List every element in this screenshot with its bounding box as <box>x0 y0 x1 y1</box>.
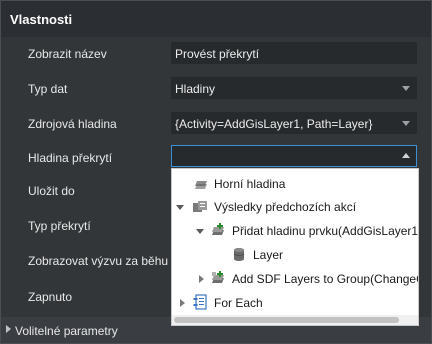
display-name-input[interactable]: Provést překrytí <box>171 42 417 64</box>
scrollbar-thumb[interactable] <box>174 317 399 323</box>
save-to-label: Uložit do <box>28 184 75 198</box>
panel-header: Vlastnosti <box>1 1 431 37</box>
expand-arrow-icon[interactable] <box>196 229 204 234</box>
display-name-value: Provést překrytí <box>175 47 260 61</box>
list-item-layer[interactable]: Layer <box>172 245 418 265</box>
data-type-label: Typ dat <box>28 82 68 96</box>
list-item-label: Add SDF Layers to Group(ChangeGroup1) <box>232 272 418 286</box>
panel-title: Vlastnosti <box>10 12 73 27</box>
list-item-label: For Each <box>214 296 263 310</box>
chevron-up-icon[interactable] <box>402 153 410 158</box>
display-name-label: Zobrazit název <box>28 47 107 61</box>
list-item-label: Layer <box>253 248 284 262</box>
enabled-label: Zapnuto <box>28 290 73 304</box>
data-type-value: Hladiny <box>175 82 216 96</box>
results-icon <box>193 201 207 212</box>
overlay-layer-label: Hladina překrytí <box>28 151 113 165</box>
chevron-down-icon[interactable] <box>402 86 410 91</box>
collapsed-arrow-icon[interactable] <box>180 299 185 307</box>
prompt-at-runtime-label: Zobrazovat výzvu za běhu <box>28 254 169 268</box>
list-item-for-each[interactable]: For Each <box>172 293 418 313</box>
optional-params-label: Volitelné parametry <box>15 324 118 338</box>
horizontal-scrollbar[interactable] <box>172 315 418 325</box>
add-sdf-icon <box>212 271 224 283</box>
list-item-label: Výsledky předchozích akcí <box>214 200 357 214</box>
list-item-add-sdf-layers[interactable]: Add SDF Layers to Group(ChangeGroup1) <box>172 269 418 289</box>
source-layer-label: Zdrojová hladina <box>28 117 117 131</box>
for-each-icon <box>193 294 207 310</box>
chevron-right-icon[interactable] <box>6 325 11 333</box>
overlay-layer-select[interactable] <box>171 145 417 167</box>
list-item-previous-results[interactable]: Výsledky předchozích akcí <box>172 197 418 217</box>
data-type-select[interactable]: Hladiny <box>171 77 417 99</box>
list-item-top-layer[interactable]: Horní hladina <box>172 174 418 194</box>
add-layer-icon <box>212 223 224 235</box>
source-layer-select[interactable]: {Activity=AddGisLayer1, Path=Layer} <box>171 112 417 134</box>
database-icon <box>233 248 245 261</box>
list-item-add-gis-layer[interactable]: Přidat hladinu prvku(AddGisLayer1) <box>172 221 418 241</box>
source-layer-value: {Activity=AddGisLayer1, Path=Layer} <box>175 117 373 131</box>
collapsed-arrow-icon[interactable] <box>199 275 204 283</box>
expand-arrow-icon[interactable] <box>176 205 184 210</box>
overlay-type-label: Typ překrytí <box>28 219 91 233</box>
list-item-label: Horní hladina <box>214 177 286 191</box>
list-item-label: Přidat hladinu prvku(AddGisLayer1) <box>232 224 419 238</box>
chevron-down-icon[interactable] <box>402 121 410 126</box>
overlay-layer-dropdown: Horní hladina Výsledky předchozích akcí … <box>171 168 419 326</box>
layer-icon <box>195 181 207 189</box>
properties-panel: Vlastnosti Zobrazit název Provést překry… <box>0 0 432 344</box>
